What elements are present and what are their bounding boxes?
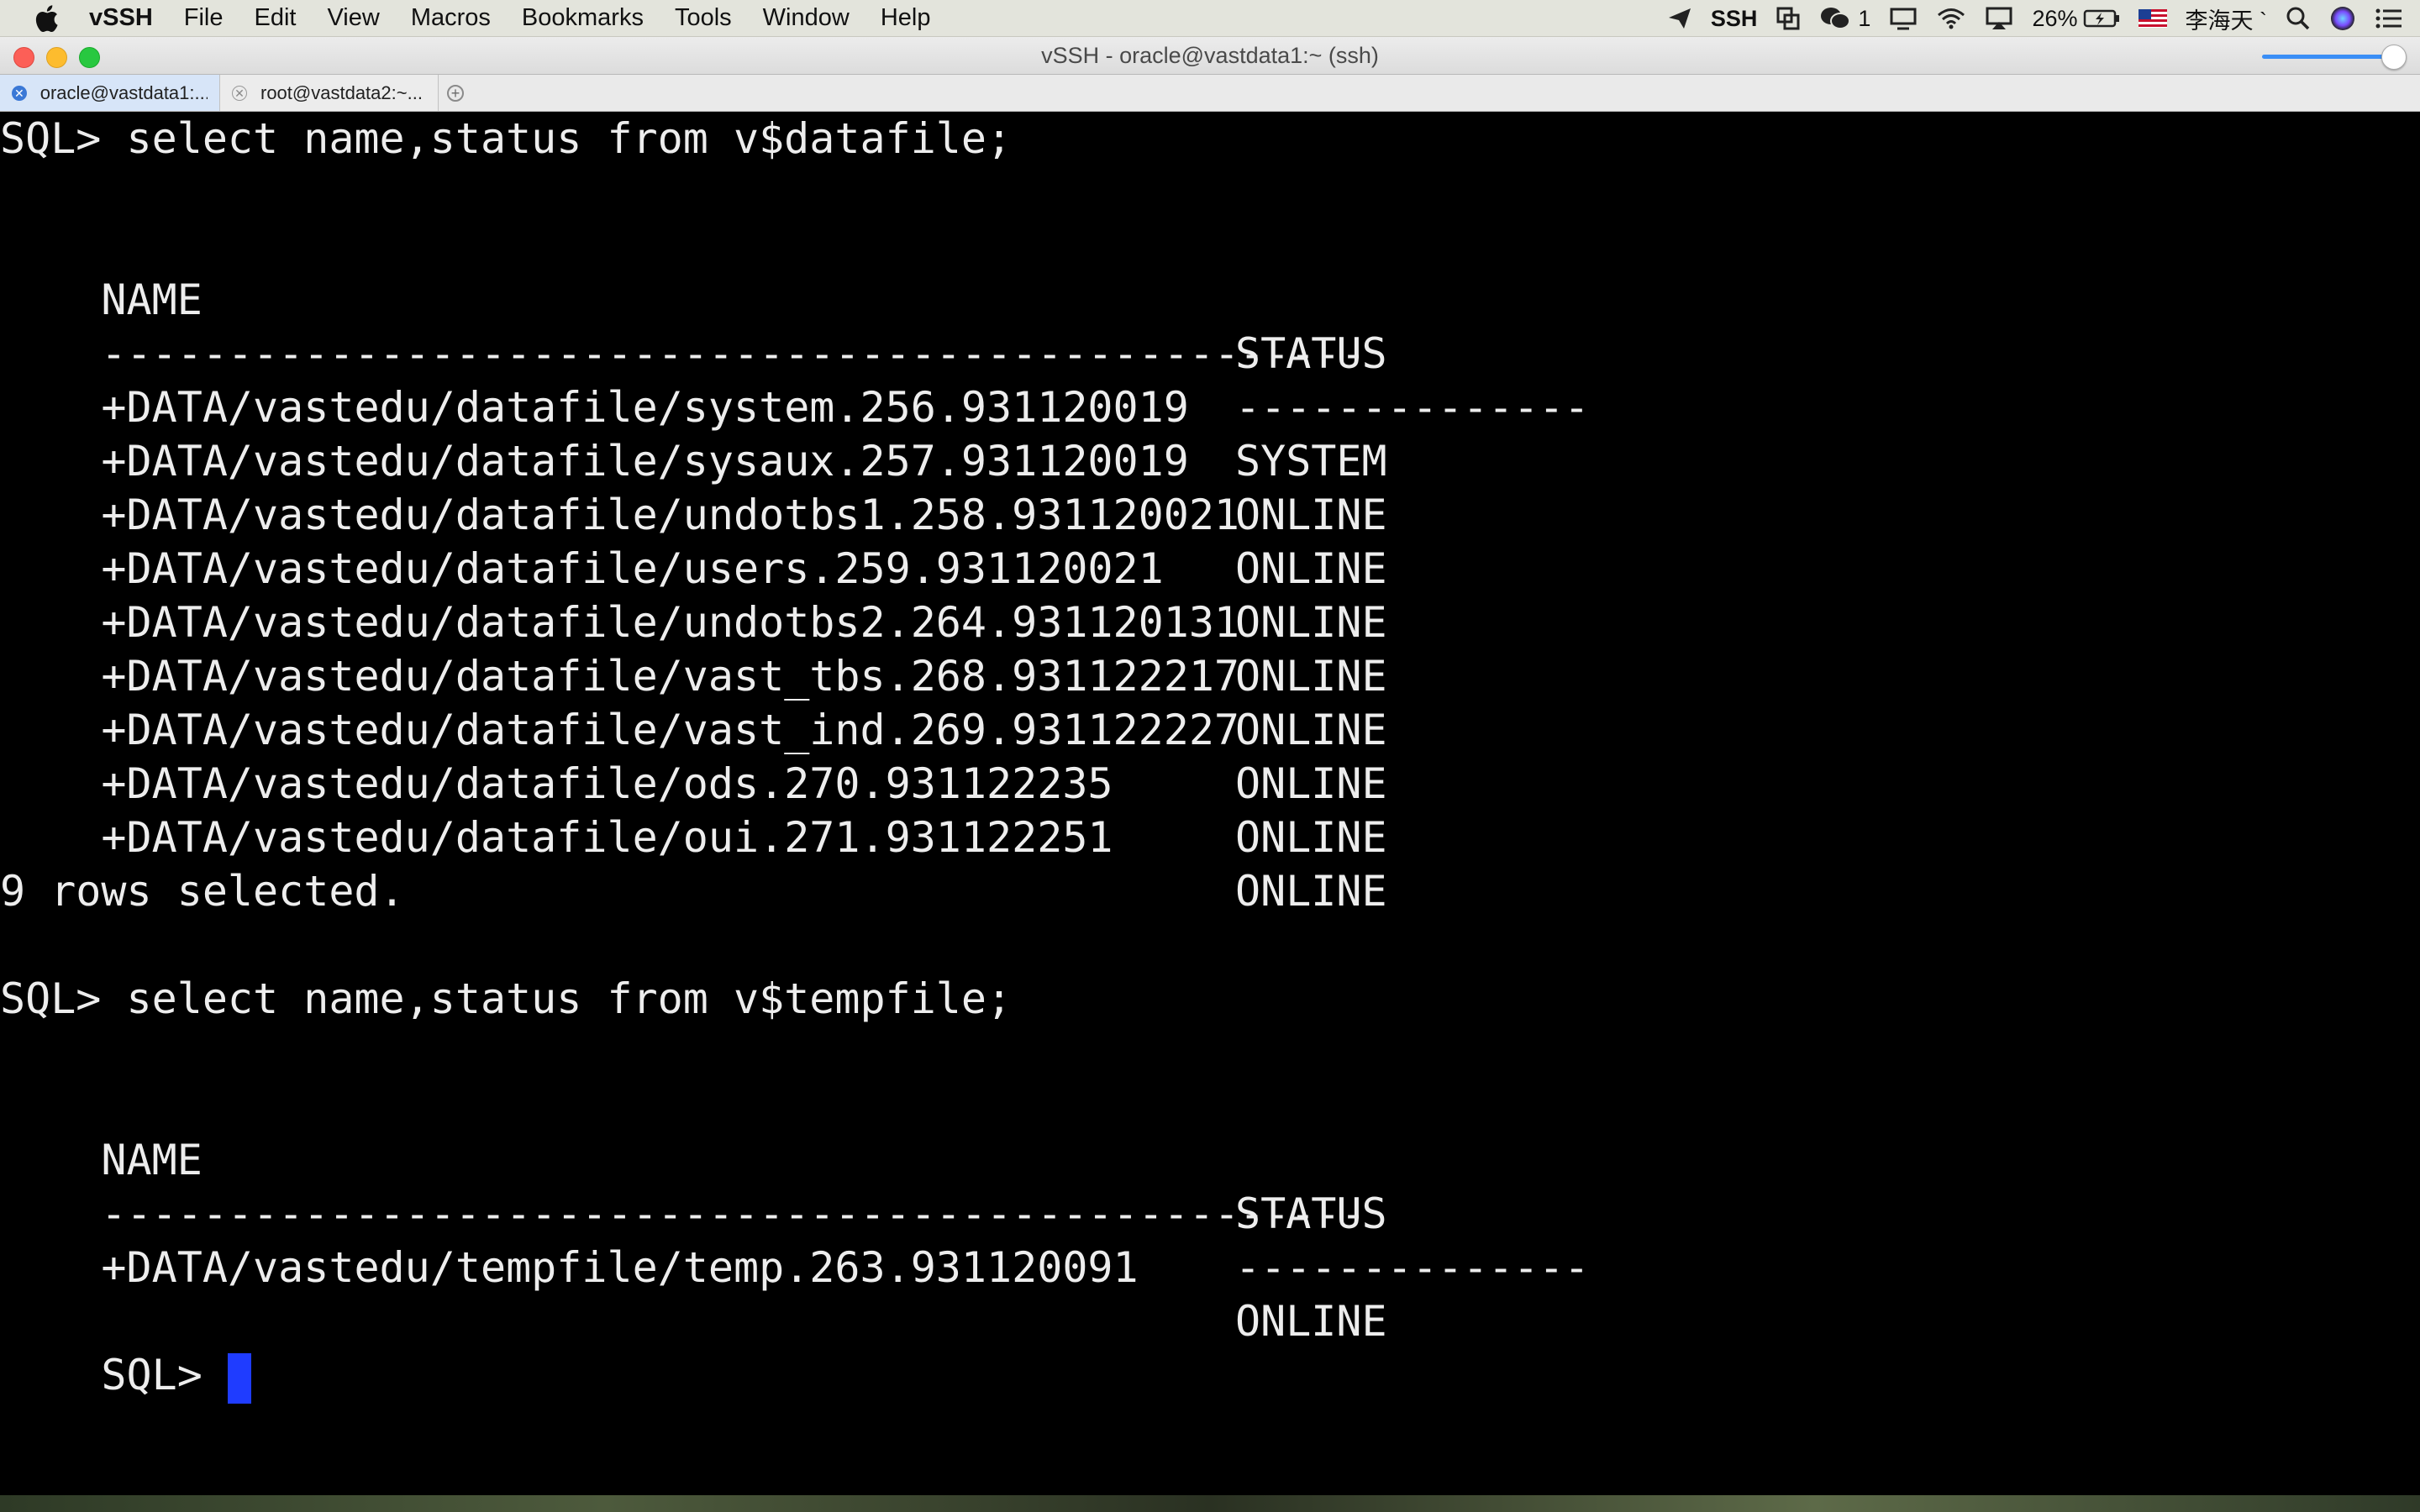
menu-edit[interactable]: Edit [255,4,297,32]
result-row: +DATA/vastedu/datafile/vast_tbs.268.9311… [0,596,1386,754]
menu-bar: vSSH File Edit View Macros Bookmarks Too… [0,0,2420,37]
search-icon[interactable] [2286,6,2311,31]
plus-icon: + [447,84,464,102]
menu-file[interactable]: File [184,4,224,32]
sql-command-line: SQL> select name,status from v$tempfile; [0,974,1013,1023]
terminal-cursor [227,1352,251,1404]
add-tab-button[interactable]: + [439,75,472,111]
sql-prompt: SQL> [101,1351,228,1399]
transparency-slider-knob[interactable] [2381,45,2407,70]
menu-macros[interactable]: Macros [411,4,491,32]
result-row: +DATA/vastedu/datafile/undotbs2.264.9311… [0,542,1386,701]
column-separator-row: ----------------------------------------… [0,1133,1589,1292]
result-row: +DATA/vastedu/datafile/undotbs1.258.9311… [0,434,1386,593]
menu-bookmarks[interactable]: Bookmarks [522,4,644,32]
screen-share-icon[interactable] [1889,6,1918,31]
separator-status: -------------- [1235,383,1590,432]
tab-close-icon[interactable]: ✕ [12,85,27,101]
tempfile-name: +DATA/vastedu/tempfile/temp.263.93112009… [101,1243,1139,1292]
terminal-output[interactable]: SQL> select name,status from v$datafile;… [0,112,2420,1495]
column-header-row: NAME STATUS [0,219,1386,378]
separator-status: -------------- [1235,1243,1590,1292]
ssh-status-label[interactable]: SSH [1711,6,1758,32]
result-row: +DATA/vastedu/tempfile/temp.263.93112009… [0,1187,1386,1346]
tab-bar: ✕ oracle@vastdata1:... ✕ root@vastdata2:… [0,75,2420,112]
datafile-name: +DATA/vastedu/datafile/oui.271.931122251 [101,813,1113,862]
result-row: +DATA/vastedu/datafile/oui.271.931122251… [0,757,1386,916]
rows-selected-message: 9 rows selected. [0,867,405,916]
battery-percent: 26% [2032,5,2078,31]
datafile-status: ONLINE [1235,706,1387,754]
window-titlebar: vSSH - oracle@vastdata1:~ (ssh) [0,37,2420,75]
menu-help[interactable]: Help [881,4,931,32]
datafile-status: SYSTEM [1235,437,1387,486]
datafile-status: ONLINE [1235,544,1387,593]
tab-root-vastdata2[interactable]: ✕ root@vastdata2:~... [220,75,439,111]
window-switch-icon[interactable] [1776,6,1801,31]
desktop-background-strip [0,1495,2420,1512]
sql-command-line: SQL> select name,status from v$datafile; [0,114,1013,163]
result-row: +DATA/vastedu/datafile/vast_ind.269.9311… [0,649,1386,808]
tab-label: root@vastdata2:~... [260,81,423,103]
airplay-icon[interactable] [1985,6,2013,31]
column-header-row: NAME STATUS [0,1079,1386,1238]
result-row: +DATA/vastedu/datafile/ods.270.931122235… [0,703,1386,862]
us-flag-icon[interactable] [2138,9,2167,28]
datafile-status: ONLINE [1235,652,1387,701]
notification-center-icon[interactable] [2375,7,2403,30]
datafile-status: ONLINE [1235,759,1387,808]
datafile-status: ONLINE [1235,867,1387,916]
status-area: SSH 1 26% 李海天 ` [1649,0,2403,37]
window-title: vSSH - oracle@vastdata1:~ (ssh) [1041,43,1379,68]
datafile-status: ONLINE [1235,491,1387,539]
apple-icon[interactable] [32,3,60,34]
result-row: +DATA/vastedu/datafile/system.256.931120… [0,327,1386,486]
menu-window[interactable]: Window [763,4,850,32]
menu-view[interactable]: View [327,4,379,32]
wechat-count: 1 [1858,5,1871,31]
tab-oracle-vastdata1[interactable]: ✕ oracle@vastdata1:... [0,75,220,111]
tempfile-status: ONLINE [1235,1297,1387,1346]
tab-label: oracle@vastdata1:... [39,81,208,103]
wifi-icon[interactable] [1936,7,1966,30]
sql-prompt-line[interactable]: SQL> [0,1294,251,1404]
result-row: +DATA/vastedu/datafile/users.259.9311200… [0,488,1386,647]
result-row: +DATA/vastedu/datafile/sysaux.257.931120… [0,381,1386,539]
column-separator-row: ----------------------------------------… [0,273,1589,432]
wechat-icon[interactable] [1819,6,1851,31]
siri-icon[interactable] [2329,5,2356,32]
transparency-slider-track[interactable] [2262,55,2396,59]
datafile-status: ONLINE [1235,813,1387,862]
menu-app-name[interactable]: vSSH [89,4,153,32]
battery-icon[interactable] [2083,8,2120,29]
user-name[interactable]: 李海天 ` [2186,3,2268,35]
tab-close-icon[interactable]: ✕ [232,85,247,101]
menu-tools[interactable]: Tools [675,4,732,32]
send-icon[interactable] [1667,6,1692,31]
datafile-status: ONLINE [1235,598,1387,647]
